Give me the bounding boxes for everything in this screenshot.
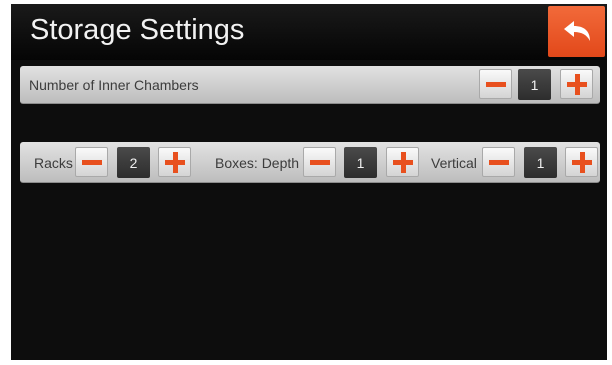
minus-icon <box>486 82 506 87</box>
back-button[interactable] <box>548 6 605 57</box>
chambers-value: 1 <box>518 69 551 100</box>
inner-chambers-panel: Number of Inner Chambers 1 <box>20 66 600 104</box>
racks-value: 2 <box>117 147 150 178</box>
racks-boxes-panel: Racks 2 Boxes: Depth 1 Vertical 1 <box>20 142 600 183</box>
return-arrow-icon <box>563 20 590 41</box>
inner-chambers-label: Number of Inner Chambers <box>29 77 199 93</box>
chambers-increment-button[interactable] <box>560 69 593 99</box>
minus-icon <box>310 160 330 165</box>
vertical-value: 1 <box>524 147 557 178</box>
vertical-decrement-button[interactable] <box>482 147 515 177</box>
depth-value: 1 <box>344 147 377 178</box>
depth-decrement-button[interactable] <box>303 147 336 177</box>
chambers-decrement-button[interactable] <box>479 69 512 99</box>
racks-label: Racks <box>34 155 73 171</box>
page-title: Storage Settings <box>30 14 245 46</box>
depth-increment-button[interactable] <box>386 147 419 177</box>
title-bar: Storage Settings <box>11 4 607 60</box>
racks-decrement-button[interactable] <box>75 147 108 177</box>
racks-increment-button[interactable] <box>158 147 191 177</box>
minus-icon <box>82 160 102 165</box>
minus-icon <box>489 160 509 165</box>
vertical-label: Vertical <box>431 155 477 171</box>
storage-settings-screen: Storage Settings Number of Inner Chamber… <box>11 4 607 360</box>
boxes-depth-label: Boxes: Depth <box>215 155 300 171</box>
vertical-increment-button[interactable] <box>565 147 598 177</box>
